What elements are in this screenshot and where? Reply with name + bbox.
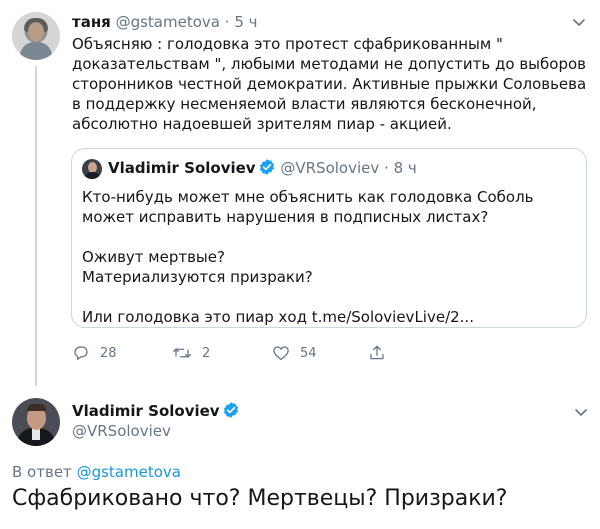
- like-icon: [273, 346, 289, 361]
- like-count: 54: [300, 345, 317, 361]
- parent-tweet[interactable]: таня @gstametova · 5 ч Объясняю : голодо…: [0, 0, 600, 386]
- quoted-avatar: [82, 159, 102, 179]
- reply-count: 28: [100, 345, 117, 361]
- verified-badge-icon: [223, 402, 238, 418]
- display-name[interactable]: таня: [72, 13, 111, 31]
- quoted-timestamp: 8 ч: [393, 159, 417, 177]
- reply-button[interactable]: 28: [72, 342, 117, 364]
- tweet-header: таня @gstametova · 5 ч: [72, 12, 258, 32]
- retweet-button[interactable]: 2: [172, 342, 210, 364]
- avatar[interactable]: [12, 12, 60, 60]
- handle[interactable]: @gstametova: [116, 13, 220, 31]
- quoted-line: Оживут мертвые?: [82, 248, 225, 266]
- quoted-tweet-card[interactable]: Vladimir Soloviev @VRSoloviev · 8 ч Кто-…: [71, 148, 587, 328]
- timestamp[interactable]: 5 ч: [234, 13, 257, 31]
- verified-badge-icon: [259, 159, 274, 175]
- chevron-down-icon[interactable]: [573, 404, 589, 420]
- reply-prefix: В ответ: [12, 463, 72, 481]
- quoted-tweet-text: Кто-нибудь может мне объяснить как голод…: [82, 187, 572, 327]
- quoted-line: Кто-нибудь может мне объяснить как голод…: [82, 188, 534, 226]
- retweet-icon: [173, 348, 191, 358]
- display-name-row: Vladimir Soloviev: [72, 401, 240, 421]
- avatar-face: [28, 22, 44, 42]
- reply-icon: [74, 346, 88, 361]
- quoted-line: Или голодовка это пиар ход t.me/Soloviev…: [82, 308, 474, 326]
- quoted-tweet-header: Vladimir Soloviev @VRSoloviev · 8 ч: [108, 158, 417, 178]
- retweet-count: 2: [202, 345, 211, 361]
- chevron-down-icon[interactable]: [571, 14, 587, 30]
- replying-to: В ответ @gstametova: [12, 462, 181, 482]
- tweet-actions: 28 2 54: [72, 342, 392, 366]
- thread-connector-line: [35, 66, 37, 386]
- quoted-handle: @VRSoloviev: [280, 159, 380, 177]
- display-name[interactable]: Vladimir Soloviev: [72, 402, 220, 420]
- quoted-display-name: Vladimir Soloviev: [108, 159, 256, 177]
- avatar-hair: [27, 404, 46, 411]
- separator-dot: ·: [384, 159, 389, 177]
- avatar[interactable]: [12, 398, 60, 446]
- tweet-text: Сфабриковано что? Мертвецы? Призраки?: [12, 486, 508, 511]
- quoted-line: Материализуются призраки?: [82, 268, 313, 286]
- share-icon: [370, 345, 384, 360]
- avatar-body: [20, 42, 52, 60]
- handle[interactable]: @VRSoloviev: [72, 421, 171, 441]
- share-button[interactable]: [368, 342, 396, 364]
- separator-dot: ·: [224, 13, 230, 31]
- like-button[interactable]: 54: [272, 342, 317, 364]
- tweet-text: Объясняю : голодовка это протест сфабрик…: [72, 35, 587, 133]
- reply-mention-link[interactable]: @gstametova: [77, 463, 181, 481]
- avatar-shirt: [84, 172, 101, 179]
- focused-reply-tweet: Vladimir Soloviev @VRSoloviev В ответ @g…: [0, 386, 600, 529]
